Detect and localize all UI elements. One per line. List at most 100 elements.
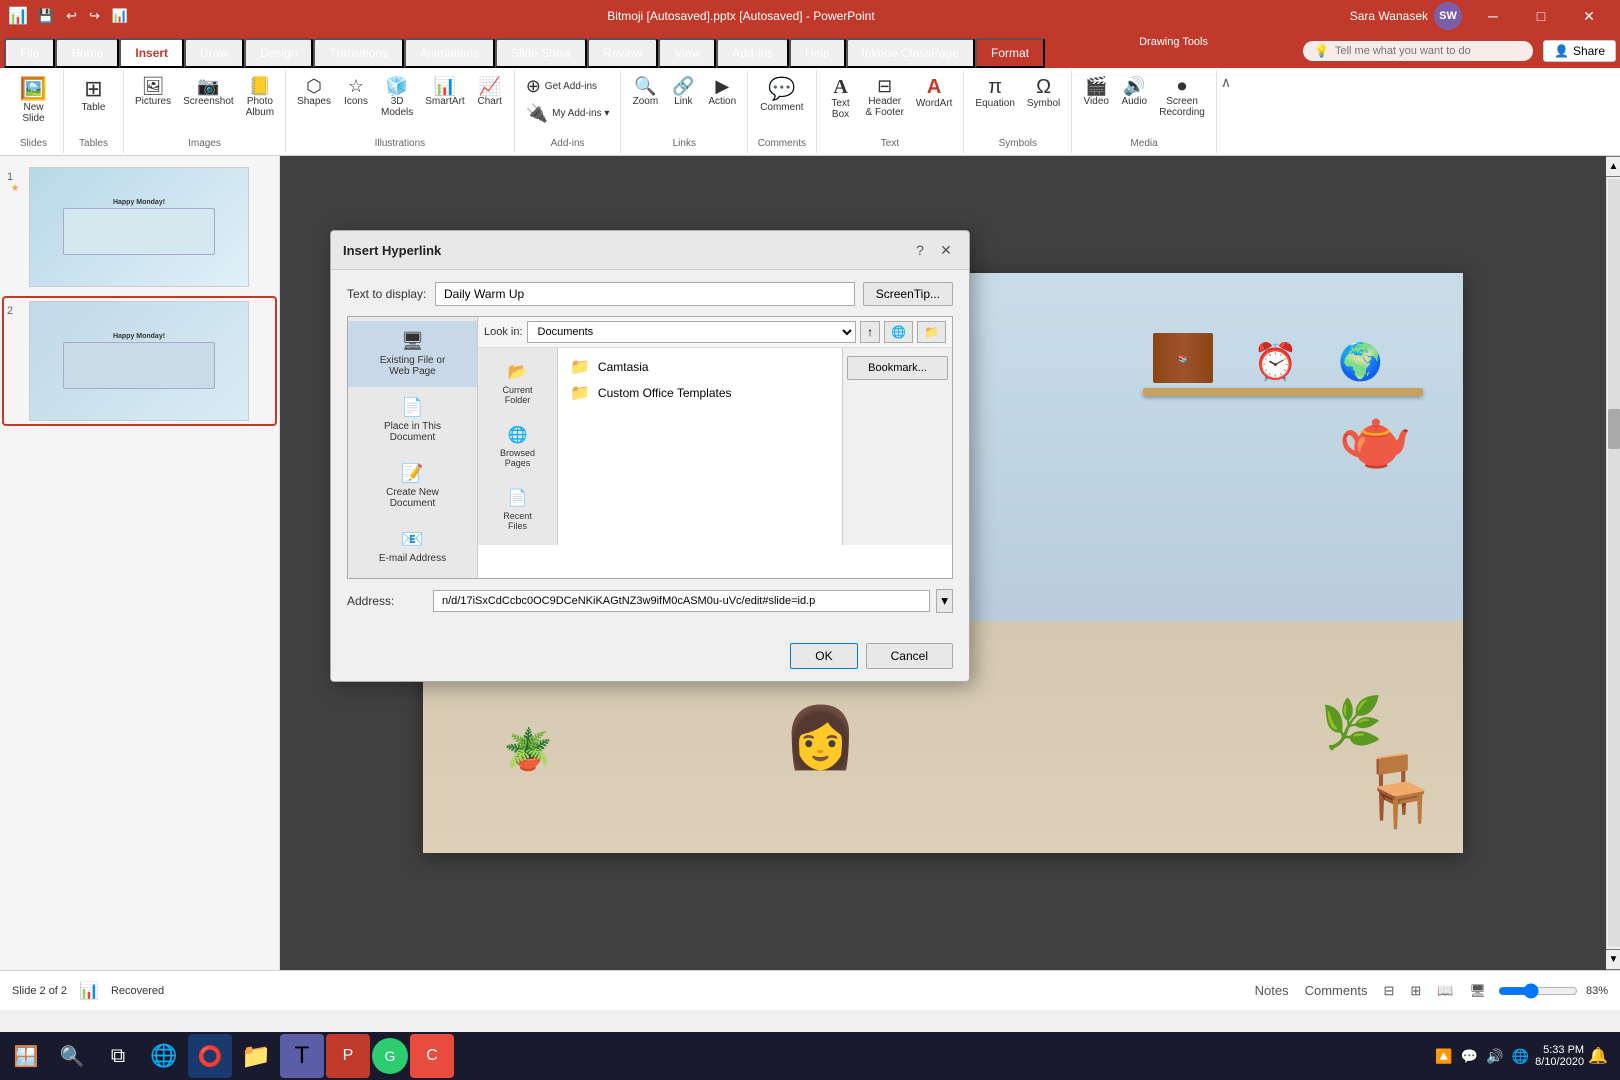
task-view-btn[interactable]: ⧉ [96, 1034, 140, 1078]
show-hidden-icons-btn[interactable]: 🔼 [1433, 1046, 1454, 1067]
notes-btn[interactable]: Notes [1251, 981, 1293, 1000]
tab-review[interactable]: Review [587, 38, 658, 68]
audio-btn[interactable]: 🔊 Audio [1116, 74, 1152, 110]
tab-format[interactable]: Format [975, 38, 1045, 68]
current-folder-shortcut[interactable]: 📂 CurrentFolder [478, 352, 557, 415]
cortana-btn[interactable]: ⭕ [188, 1034, 232, 1078]
link-type-new[interactable]: 📝 Create NewDocument [348, 453, 477, 519]
tab-view[interactable]: View [658, 38, 716, 68]
explorer-btn[interactable]: 📁 [234, 1034, 278, 1078]
normal-view-btn[interactable]: ⊟ [1379, 981, 1398, 1001]
chart-btn[interactable]: 📈 Chart [472, 74, 508, 110]
nav-folder-btn[interactable]: 📁 [917, 321, 946, 343]
vertical-scrollbar[interactable]: ▲ ▼ [1606, 156, 1620, 970]
3d-models-btn[interactable]: 🧊 3DModels [376, 74, 418, 121]
lookin-select[interactable]: Documents [527, 321, 857, 343]
network-icon[interactable]: 🌐 [1510, 1046, 1531, 1067]
ok-btn[interactable]: OK [790, 643, 857, 669]
header-footer-btn[interactable]: ⊟ Header& Footer [861, 74, 909, 121]
link-type-place[interactable]: 📄 Place in ThisDocument [348, 387, 477, 453]
table-btn[interactable]: ⊞ Table [72, 74, 116, 117]
link-type-email[interactable]: 📧 E-mail Address [348, 519, 477, 574]
symbol-btn[interactable]: Ω Symbol [1022, 74, 1065, 112]
shapes-btn[interactable]: ⬡ Shapes [292, 74, 336, 110]
new-slide-btn[interactable]: 🖼️ NewSlide [12, 74, 56, 128]
tab-transitions[interactable]: Transitions [313, 38, 403, 68]
tab-draw[interactable]: Draw [184, 38, 244, 68]
photo-album-btn[interactable]: 📒 PhotoAlbum [241, 74, 279, 121]
share-button[interactable]: 👤 Share [1543, 40, 1616, 62]
app-icon[interactable]: 📊 [8, 6, 28, 26]
search-input[interactable] [1335, 45, 1515, 57]
notification-icon[interactable]: 🔔 [1588, 1046, 1608, 1066]
save-btn[interactable]: 💾 [34, 6, 58, 26]
redo-btn[interactable]: ↪ [85, 6, 104, 26]
tab-slideshow[interactable]: Slide Show [495, 38, 587, 68]
screen-recording-btn[interactable]: ⏺ ScreenRecording [1154, 74, 1210, 121]
link-btn[interactable]: 🔗 Link [665, 74, 701, 110]
scroll-up-btn[interactable]: ▲ [1604, 156, 1620, 177]
slide-sorter-btn[interactable]: ⊞ [1406, 981, 1425, 1001]
action-btn[interactable]: ▶ Action [703, 74, 741, 110]
present-btn[interactable]: 📊 [108, 6, 132, 26]
icons-btn[interactable]: ☆ Icons [338, 74, 374, 110]
green-app-btn[interactable]: G [372, 1038, 408, 1074]
status-icon[interactable]: 📊 [79, 981, 99, 1001]
smartart-btn[interactable]: 📊 SmartArt [420, 74, 469, 110]
edge-btn[interactable]: 🌐 [142, 1034, 186, 1078]
tab-home[interactable]: Home [55, 38, 119, 68]
clock[interactable]: 5:33 PM 8/10/2020 [1535, 1044, 1584, 1068]
volume-icon[interactable]: 🔊 [1484, 1046, 1505, 1067]
file-item-camtasia[interactable]: 📁 Camtasia [564, 354, 836, 380]
bookmark-btn[interactable]: Bookmark... [847, 356, 948, 380]
tab-animations[interactable]: Animations [404, 38, 495, 68]
start-btn[interactable]: 🪟 [4, 1034, 48, 1078]
video-btn[interactable]: 🎬 Video [1078, 74, 1114, 110]
my-addins-btn[interactable]: 🔌 My Add-ins ▾ [521, 101, 615, 126]
dialog-close-btn[interactable]: ✕ [935, 239, 957, 261]
slide-thumb-2[interactable]: 2 Happy Monday! [4, 298, 275, 424]
reading-view-btn[interactable]: 📖 [1433, 981, 1457, 1001]
maximize-btn[interactable]: □ [1518, 0, 1564, 32]
equation-btn[interactable]: π Equation [970, 74, 1019, 112]
comments-btn[interactable]: Comments [1301, 981, 1372, 1000]
get-addins-btn[interactable]: ⊕ Get Add-ins [521, 74, 602, 99]
nav-web-btn[interactable]: 🌐 [884, 321, 913, 343]
pictures-btn[interactable]: 🖼 Pictures [130, 74, 176, 110]
zoom-btn[interactable]: 🔍 Zoom [627, 74, 663, 110]
cancel-btn[interactable]: Cancel [866, 643, 953, 669]
nav-up-btn[interactable]: ↑ [860, 321, 880, 343]
slide-thumb-1[interactable]: 1 ★ Happy Monday! [4, 164, 275, 290]
link-type-existing[interactable]: 🖥 Existing File orWeb Page [348, 321, 477, 387]
address-dropdown-btn[interactable]: ▾ [936, 589, 953, 613]
screentip-btn[interactable]: ScreenTip... [863, 282, 953, 306]
teams-btn[interactable]: T [280, 1034, 324, 1078]
address-input[interactable] [433, 590, 930, 612]
presenter-view-btn[interactable]: 🖥 [1465, 981, 1490, 1001]
ribbon-collapse-btn[interactable]: ∧ [1217, 70, 1235, 153]
undo-btn[interactable]: ↩ [62, 6, 81, 26]
zoom-slider[interactable] [1498, 983, 1578, 999]
wordart-btn[interactable]: A WordArt [911, 74, 958, 112]
search-box[interactable]: 💡 [1303, 41, 1533, 61]
textbox-btn[interactable]: A TextBox [823, 74, 859, 123]
tab-design[interactable]: Design [244, 38, 313, 68]
chat-icon[interactable]: 💬 [1459, 1046, 1480, 1067]
browsed-pages-shortcut[interactable]: 🌐 BrowsedPages [478, 415, 557, 478]
close-btn[interactable]: ✕ [1566, 0, 1612, 32]
scroll-down-btn[interactable]: ▼ [1604, 949, 1620, 970]
red-app-btn[interactable]: C [410, 1034, 454, 1078]
powerpoint-taskbar-btn[interactable]: P [326, 1034, 370, 1078]
minimize-btn[interactable]: ─ [1470, 0, 1516, 32]
recent-files-shortcut[interactable]: 📄 RecentFiles [478, 478, 557, 541]
tab-help[interactable]: Help [789, 38, 846, 68]
text-display-input[interactable] [435, 282, 855, 306]
dialog-help-btn[interactable]: ? [909, 239, 931, 261]
tab-inknoe[interactable]: Inknoe ClassPage [846, 38, 975, 68]
screenshot-btn[interactable]: 📷 Screenshot [178, 74, 239, 110]
comment-btn[interactable]: 💬 Comment [754, 74, 809, 117]
tab-file[interactable]: File [4, 38, 55, 68]
user-avatar[interactable]: SW [1434, 2, 1462, 30]
tab-addins[interactable]: Add-ins [716, 38, 789, 68]
search-btn[interactable]: 🔍 [50, 1034, 94, 1078]
